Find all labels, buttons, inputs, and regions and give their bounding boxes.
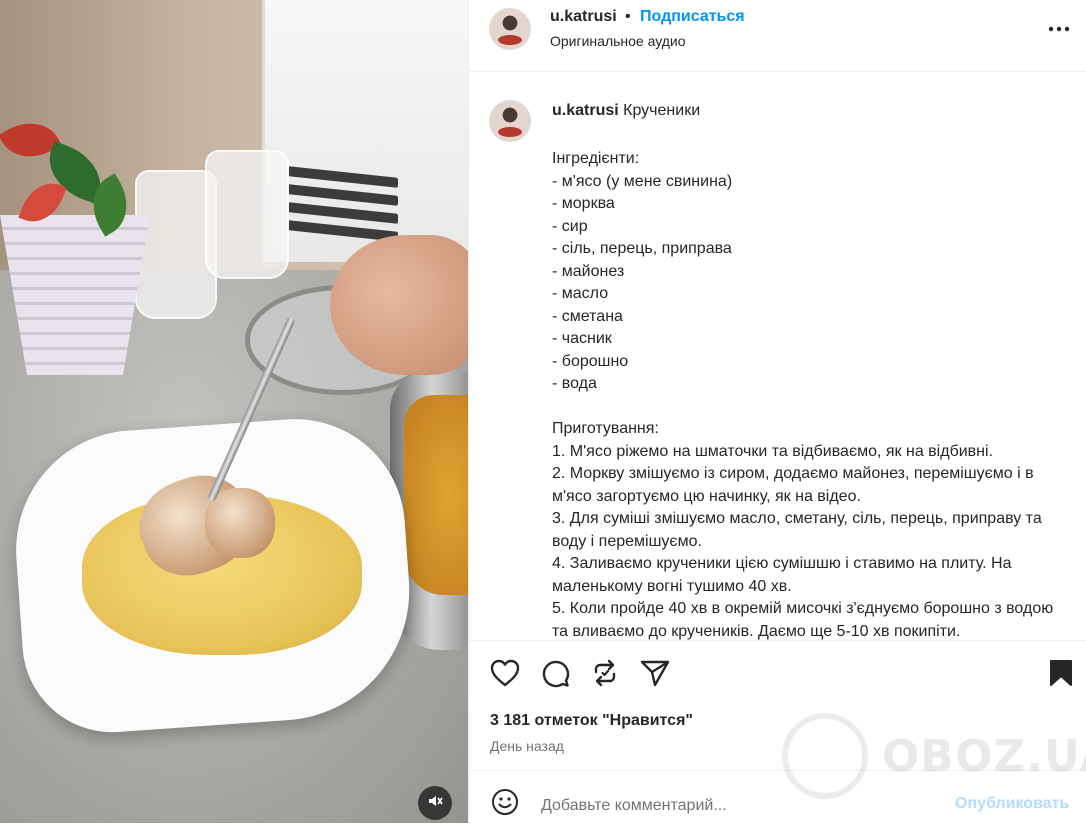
likes-count[interactable]: 3 181 отметок "Нравится"	[490, 712, 693, 730]
caption-heading: u.katrusi Крученики	[552, 102, 700, 120]
author-username[interactable]: u.katrusi	[550, 8, 617, 26]
audio-label[interactable]: Оригинальное аудио	[550, 33, 686, 49]
caption-line: 3. Для суміші змішуємо масло, сметану, с…	[552, 510, 1042, 550]
repost-icon	[591, 659, 619, 692]
caption-line: - часник	[552, 330, 612, 347]
caption-line: - морква	[552, 195, 615, 212]
comment-icon	[540, 658, 570, 693]
caption-line: - сметана	[552, 307, 623, 325]
caption-blank-line	[552, 396, 1072, 419]
media-jar	[205, 150, 289, 279]
emoji-icon	[491, 788, 519, 821]
header-separator: •	[625, 8, 631, 25]
watermark-text: OBOZ.UA	[882, 731, 1086, 782]
caption-line: - майонез	[552, 262, 625, 280]
caption-line: - сіль, перець, приправа	[552, 240, 732, 257]
media-pot-sauce	[404, 395, 468, 595]
caption-line: Приготування:	[552, 420, 659, 437]
send-button[interactable]	[638, 658, 672, 692]
post-time[interactable]: День назад	[490, 738, 564, 754]
emoji-button[interactable]	[489, 788, 521, 820]
caption-username[interactable]: u.katrusi	[552, 102, 619, 119]
bookmark-icon	[1049, 659, 1073, 692]
caption-line: 2. Моркву змішуємо із сиром, додаємо май…	[552, 465, 1034, 505]
repost-button[interactable]	[588, 658, 622, 692]
muted-speaker-icon	[427, 793, 443, 814]
mute-button[interactable]	[418, 786, 452, 820]
save-button[interactable]	[1044, 658, 1078, 692]
caption-area: u.katrusi Крученики Інгредієнти: - м'ясо…	[469, 72, 1086, 640]
caption-line: - сир	[552, 217, 588, 235]
post-header: u.katrusi • Подписаться Оригинальное ауд…	[469, 0, 1086, 72]
ellipsis-icon	[1048, 19, 1070, 37]
watermark-globe-icon	[782, 713, 868, 799]
media-hand	[330, 235, 468, 375]
heart-icon	[490, 659, 520, 692]
caption-text: Інгредієнти: - м'ясо (у мене свинина) - …	[552, 148, 1072, 640]
caption-line: 4. Заливаємо крученики цією сумішшю і ст…	[552, 555, 1012, 595]
caption-line: - м'ясо (у мене свинина)	[552, 172, 733, 190]
more-options-button[interactable]	[1045, 14, 1073, 42]
caption-line: - вода	[552, 375, 597, 392]
caption-line: 1. М'ясо ріжемо на шматочки та відбиваєм…	[552, 442, 994, 460]
follow-button[interactable]: Подписаться	[640, 8, 745, 26]
watermark: OBOZ.UA	[782, 713, 1086, 799]
comment-button[interactable]	[538, 658, 572, 692]
author-avatar[interactable]	[489, 8, 531, 50]
post-media[interactable]	[0, 0, 468, 823]
caption-line: - борошно	[552, 352, 629, 370]
send-icon	[640, 659, 670, 692]
post-comment-button[interactable]: Опубликовать	[955, 795, 1069, 813]
post-side-panel: u.katrusi • Подписаться Оригинальное ауд…	[468, 0, 1086, 823]
caption-line: 5. Коли пройде 40 хв в окремій мисочкі з…	[552, 600, 1054, 640]
comment-input[interactable]	[539, 793, 933, 819]
caption-title: Крученики	[623, 102, 701, 119]
caption-author-avatar[interactable]	[489, 100, 531, 142]
caption-line: - масло	[552, 285, 609, 302]
like-button[interactable]	[488, 658, 522, 692]
caption-line: Інгредієнти:	[552, 150, 640, 167]
